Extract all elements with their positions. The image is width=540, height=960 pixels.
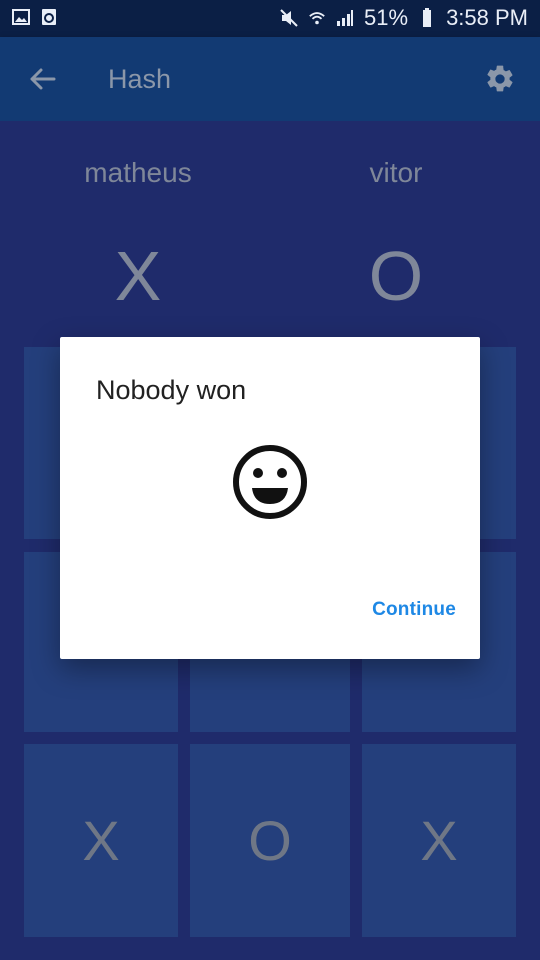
- signal-icon: [336, 9, 354, 27]
- board-cell[interactable]: X: [362, 744, 516, 937]
- board-cell[interactable]: O: [190, 744, 350, 937]
- screen: 51% 3:58 PM Hash matheus X vitor O X O X…: [0, 0, 540, 960]
- wifi-icon: [308, 9, 326, 27]
- player-1-name: matheus: [84, 157, 192, 188]
- back-button[interactable]: [24, 61, 60, 97]
- battery-icon: [418, 8, 436, 27]
- settings-button[interactable]: [480, 59, 520, 99]
- player-2-mark: O: [368, 237, 424, 315]
- status-right: 51% 3:58 PM: [280, 5, 528, 31]
- status-left: [12, 8, 58, 26]
- app-bar: Hash: [0, 37, 540, 121]
- continue-button[interactable]: Continue: [372, 599, 456, 621]
- clock: 3:58 PM: [446, 5, 528, 30]
- result-dialog: Nobody won Continue: [60, 337, 480, 659]
- smiley-icon: [230, 442, 310, 522]
- back-arrow-icon: [30, 68, 56, 90]
- recycle-icon: [40, 8, 58, 26]
- battery-percentage: 51%: [364, 5, 409, 30]
- mute-icon: [280, 9, 298, 27]
- image-icon: [12, 8, 30, 26]
- gear-icon: [487, 65, 513, 92]
- board-cell[interactable]: X: [24, 744, 178, 937]
- status-bar: 51% 3:58 PM: [0, 0, 540, 37]
- player-1-mark: X: [114, 237, 162, 315]
- app-title: Hash: [108, 64, 172, 94]
- player-2-name: vitor: [369, 157, 423, 188]
- dialog-title: Nobody won: [96, 375, 247, 405]
- players-header: matheus X vitor O: [0, 121, 540, 341]
